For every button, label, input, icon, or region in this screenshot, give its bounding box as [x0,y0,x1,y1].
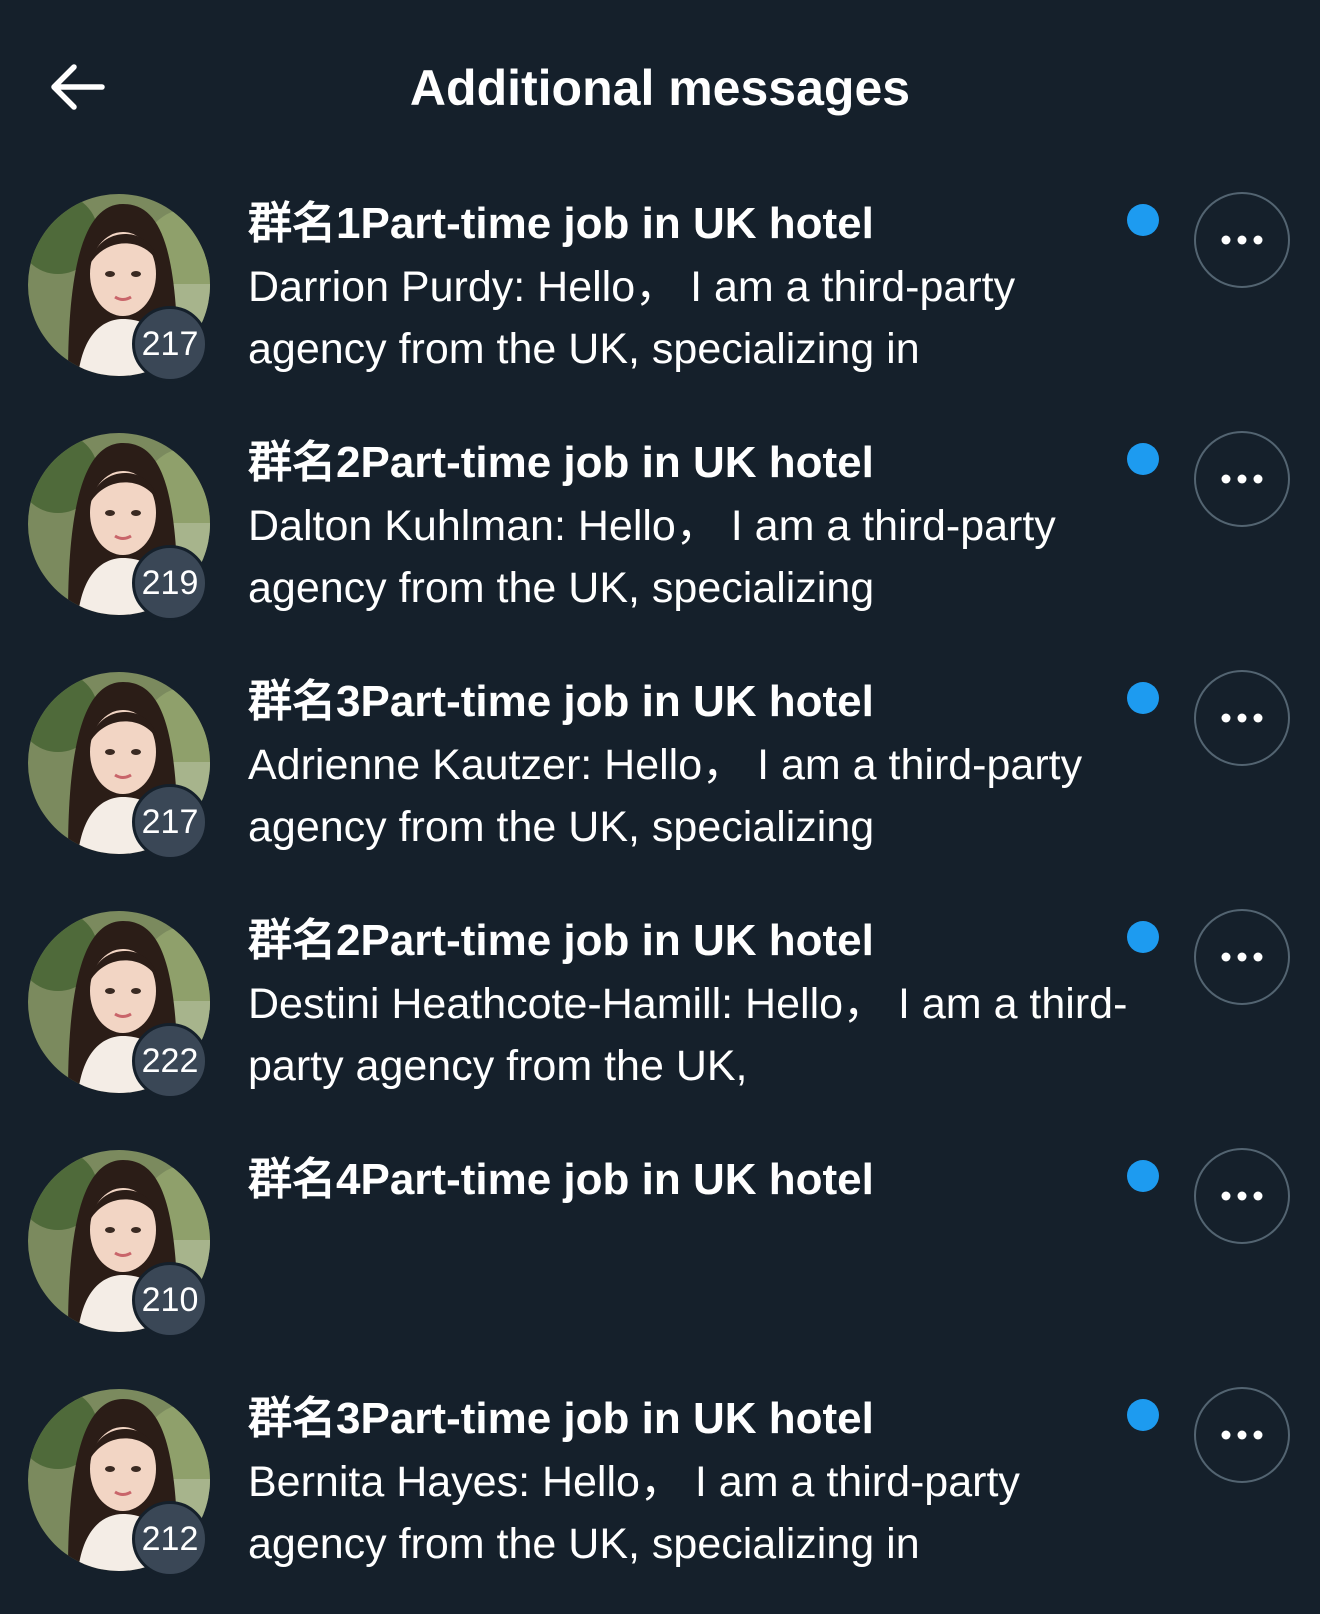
conversation-title: 群名2Part-time job in UK hotel [248,438,874,487]
more-options-button[interactable] [1194,1148,1290,1244]
message-count-badge: 219 [132,545,208,621]
conversation-row[interactable]: 212 群名3Part-time job in UK hotel Bernita… [0,1375,1320,1614]
conversation-row[interactable]: 210 群名4Part-time job in UK hotel [0,1136,1320,1375]
conversation-preview: Destini Heathcote-Hamill: Hello， I am a … [248,980,1128,1090]
conversation-row[interactable]: 217 群名1Part-time job in UK hotel Darrion… [0,180,1320,419]
conversation-text: 群名2Part-time job in UK hotel Destini Hea… [248,911,1148,1097]
conversation-title: 群名1Part-time job in UK hotel [248,199,874,248]
conversation-row[interactable]: 219 群名2Part-time job in UK hotel Dalton … [0,419,1320,658]
more-horizontal-icon [1221,713,1263,723]
unread-indicator [1127,921,1159,953]
conversation-title: 群名3Part-time job in UK hotel [248,1394,874,1443]
unread-indicator [1127,1160,1159,1192]
message-count-badge: 222 [132,1023,208,1099]
conversation-title: 群名2Part-time job in UK hotel [248,916,874,965]
conversation-row[interactable]: 222 群名2Part-time job in UK hotel Destini… [0,897,1320,1136]
more-options-button[interactable] [1194,192,1290,288]
more-horizontal-icon [1221,474,1263,484]
more-options-button[interactable] [1194,431,1290,527]
conversation-row[interactable]: 217 群名3Part-time job in UK hotel Adrienn… [0,658,1320,897]
unread-indicator [1127,1399,1159,1431]
message-count-badge: 217 [132,784,208,860]
more-horizontal-icon [1221,1430,1263,1440]
conversation-text: 群名3Part-time job in UK hotel Adrienne Ka… [248,672,1148,858]
unread-indicator [1127,204,1159,236]
message-count-badge: 217 [132,306,208,382]
conversation-preview: Adrienne Kautzer: Hello， I am a third-pa… [248,741,1083,851]
more-horizontal-icon [1221,1191,1263,1201]
message-count-badge: 212 [132,1501,208,1577]
conversation-title: 群名4Part-time job in UK hotel [248,1155,874,1204]
more-options-button[interactable] [1194,1387,1290,1483]
conversation-preview: Darrion Purdy: Hello， I am a third-party… [248,263,1016,373]
conversation-text: 群名4Part-time job in UK hotel [248,1150,1148,1212]
conversation-text: 群名2Part-time job in UK hotel Dalton Kuhl… [248,433,1148,619]
conversation-title: 群名3Part-time job in UK hotel [248,677,874,726]
unread-indicator [1127,443,1159,475]
conversation-text: 群名3Part-time job in UK hotel Bernita Hay… [248,1389,1148,1575]
message-count-badge: 210 [132,1262,208,1338]
more-horizontal-icon [1221,235,1263,245]
more-options-button[interactable] [1194,670,1290,766]
more-horizontal-icon [1221,952,1263,962]
unread-indicator [1127,682,1159,714]
page-title: Additional messages [409,60,911,116]
more-options-button[interactable] [1194,909,1290,1005]
conversation-preview: Dalton Kuhlman: Hello， I am a third-part… [248,502,1056,612]
top-bar: Additional messages [0,0,1320,175]
conversation-list: 217 群名1Part-time job in UK hotel Darrion… [0,180,1320,1614]
conversation-text: 群名1Part-time job in UK hotel Darrion Pur… [248,194,1148,380]
conversation-preview: Bernita Hayes: Hello， I am a third-party… [248,1458,1020,1568]
